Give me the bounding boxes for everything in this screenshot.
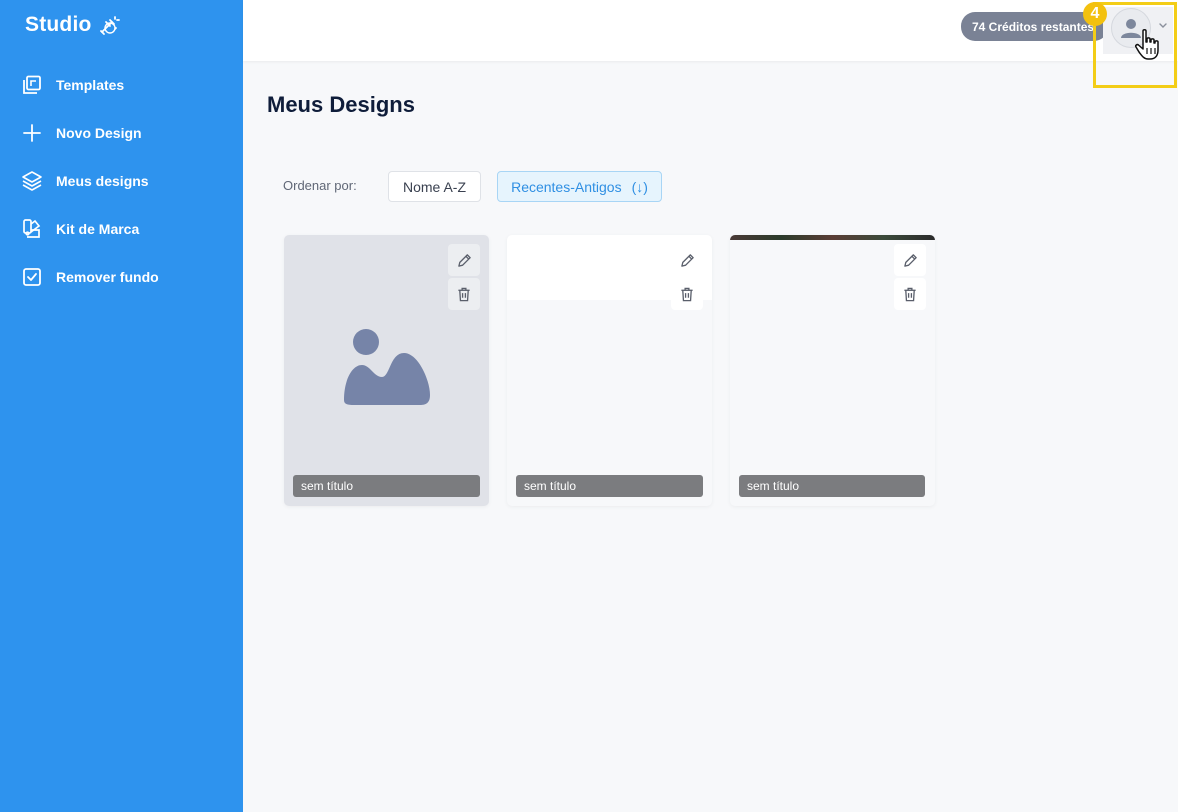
sort-recent-button[interactable]: Recentes-Antigos (↓) bbox=[497, 171, 662, 202]
sidebar-item-label: Kit de Marca bbox=[56, 221, 140, 237]
delete-button[interactable] bbox=[448, 278, 480, 310]
card-actions bbox=[671, 244, 703, 312]
design-card[interactable]: sem título bbox=[507, 235, 712, 506]
sidebar-nav: Templates Novo Design Meus designs Kit d… bbox=[0, 61, 243, 301]
step-badge: 4 bbox=[1083, 2, 1107, 26]
sort-option-label: Nome A-Z bbox=[402, 178, 466, 195]
design-title: sem título bbox=[293, 475, 480, 497]
design-card[interactable]: sem título bbox=[284, 235, 489, 506]
trash-icon bbox=[681, 287, 693, 301]
plus-icon bbox=[21, 122, 43, 144]
edit-button[interactable] bbox=[671, 244, 703, 276]
sidebar: Studio Templates Novo Design Meus design… bbox=[0, 0, 243, 812]
design-card[interactable]: sem título bbox=[730, 235, 935, 506]
edit-button[interactable] bbox=[448, 244, 480, 276]
layers-icon bbox=[21, 170, 43, 192]
sidebar-item-label: Templates bbox=[56, 77, 125, 93]
sidebar-item-label: Meus designs bbox=[56, 173, 149, 189]
sidebar-item-label: Remover fundo bbox=[56, 269, 159, 285]
sort-label: Ordenar por: bbox=[283, 178, 357, 193]
design-thumbnail bbox=[730, 235, 935, 240]
design-title: sem título bbox=[516, 475, 703, 497]
card-actions bbox=[448, 244, 480, 312]
pencil-icon bbox=[680, 253, 694, 267]
sidebar-item-templates[interactable]: Templates bbox=[0, 61, 243, 109]
sidebar-item-label: Novo Design bbox=[56, 125, 142, 141]
sidebar-item-remover-fundo[interactable]: Remover fundo bbox=[0, 253, 243, 301]
pencil-icon bbox=[903, 253, 917, 267]
magic-wand-icon bbox=[98, 14, 120, 36]
design-title: sem título bbox=[739, 475, 925, 497]
brand-name: Studio bbox=[25, 13, 92, 36]
sort-name-az-button[interactable]: Nome A-Z bbox=[388, 171, 481, 202]
image-placeholder-icon bbox=[344, 329, 430, 405]
delete-button[interactable] bbox=[671, 278, 703, 310]
edit-button[interactable] bbox=[894, 244, 926, 276]
sort-option-label: Recentes-Antigos bbox=[511, 178, 622, 195]
sort-direction: (↓) bbox=[631, 178, 648, 195]
trash-icon bbox=[904, 287, 916, 301]
hand-cursor-icon bbox=[1135, 28, 1159, 60]
card-actions bbox=[894, 244, 926, 312]
sidebar-item-kit-de-marca[interactable]: Kit de Marca bbox=[0, 205, 243, 253]
page-title: Meus Designs bbox=[267, 92, 415, 117]
sidebar-item-novo-design[interactable]: Novo Design bbox=[0, 109, 243, 157]
pencil-icon bbox=[457, 253, 471, 267]
checkbox-icon bbox=[21, 266, 43, 288]
templates-icon bbox=[21, 74, 43, 96]
sidebar-item-meus-designs[interactable]: Meus designs bbox=[0, 157, 243, 205]
brand-kit-icon bbox=[21, 218, 43, 240]
brand-logo[interactable]: Studio bbox=[25, 13, 120, 37]
delete-button[interactable] bbox=[894, 278, 926, 310]
trash-icon bbox=[458, 287, 470, 301]
